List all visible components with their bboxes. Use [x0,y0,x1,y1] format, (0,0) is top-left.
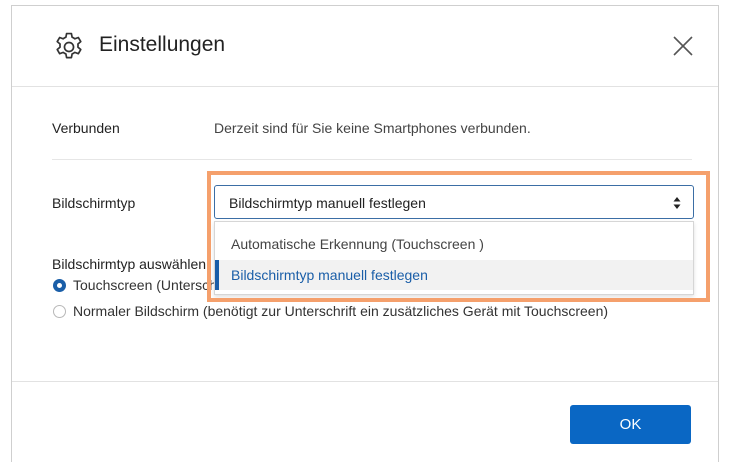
footer-divider [12,381,718,382]
connected-label: Verbunden [52,120,120,136]
radio-normal-screen-label[interactable]: Normaler Bildschirm (benötigt zur Unters… [73,303,608,319]
radio-touchscreen[interactable] [53,279,66,292]
dialog-title: Einstellungen [99,33,226,56]
sort-arrows-icon [673,197,681,209]
settings-dialog: Einstellungen Verbunden Derzeit sind für… [11,5,719,462]
screen-type-label: Bildschirmtyp [52,195,136,211]
close-icon[interactable] [669,32,697,60]
dropdown-option-manual[interactable]: Bildschirmtyp manuell festlegen [215,260,693,290]
screen-type-selected-value: Bildschirmtyp manuell festlegen [229,195,426,211]
connected-status-text: Derzeit sind für Sie keine Smartphones v… [214,120,531,136]
ok-button[interactable]: OK [570,405,691,444]
radio-normal-screen[interactable] [53,305,66,318]
dialog-header: Einstellungen [12,6,718,86]
gear-icon [56,32,82,59]
dropdown-option-auto[interactable]: Automatische Erkennung (Touchscreen ) [215,229,693,259]
select-screen-label: Bildschirmtyp auswählen [52,256,207,272]
dropdown-option-label: Automatische Erkennung (Touchscreen ) [231,236,484,252]
screen-type-dropdown: Automatische Erkennung (Touchscreen ) Bi… [214,221,694,295]
header-divider [12,86,718,87]
row-divider [52,159,692,160]
dropdown-option-label: Bildschirmtyp manuell festlegen [231,267,428,283]
screen-type-select[interactable]: Bildschirmtyp manuell festlegen [214,185,694,219]
